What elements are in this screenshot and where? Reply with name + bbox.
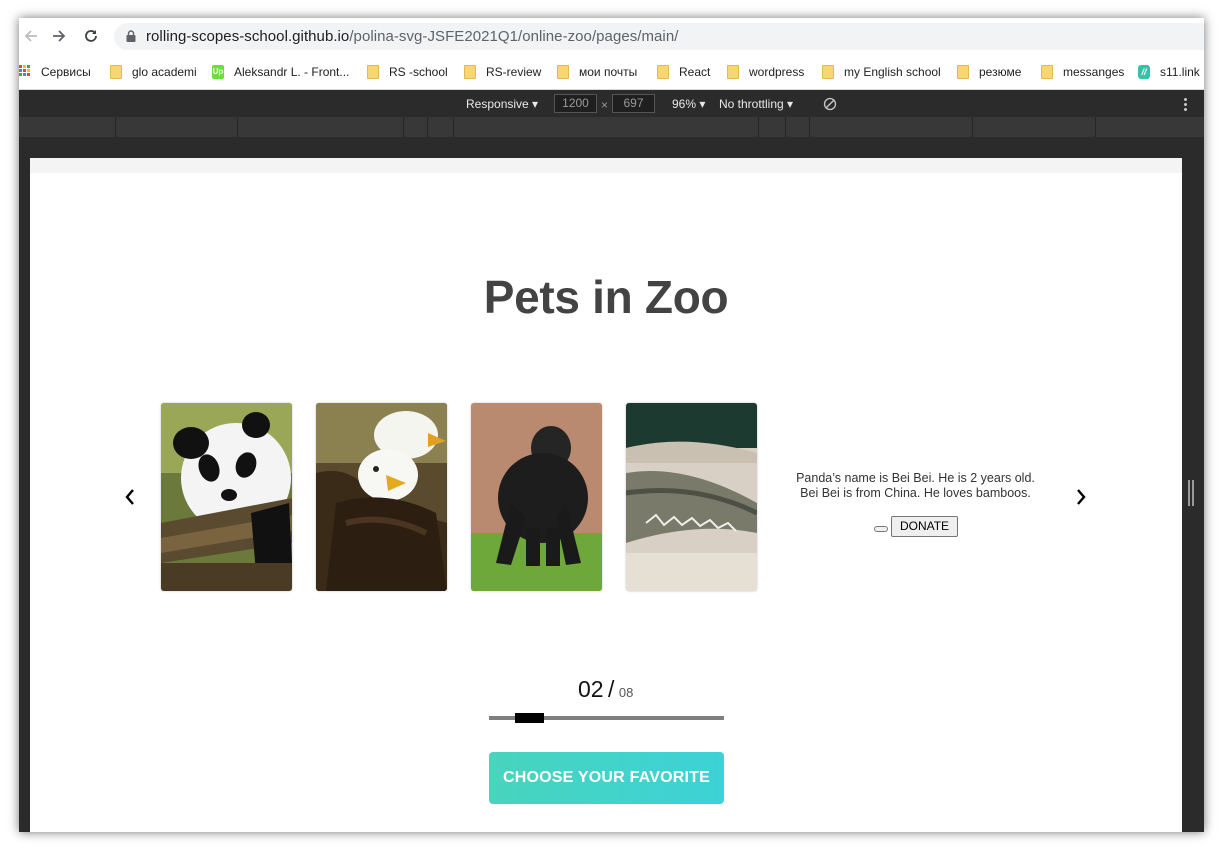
zoom-select[interactable]: 96% ▾ (672, 97, 705, 111)
bookmark-folder[interactable]: React (657, 64, 710, 80)
folder-icon (957, 65, 969, 79)
pet-description-line-1: Panda’s name is Bei Bei. He is 2 years o… (796, 471, 1035, 485)
url-field[interactable]: rolling-scopes-school.github.io/polina-s… (114, 23, 1204, 50)
pet-description: Panda’s name is Bei Bei. He is 2 years o… (783, 471, 1048, 501)
bookmark-services[interactable]: Сервисы (19, 64, 91, 80)
folder-icon (822, 65, 834, 79)
pet-card-panda[interactable] (161, 403, 292, 591)
address-bar: rolling-scopes-school.github.io/polina-s… (19, 18, 1204, 54)
slider-thumb[interactable] (514, 713, 544, 723)
next-arrow-icon[interactable] (1069, 485, 1093, 509)
bookmark-folder[interactable]: messanges (1041, 64, 1124, 80)
bookmark-s11[interactable]: // s11.link (1138, 64, 1200, 80)
panda-image (161, 403, 292, 591)
reload-icon[interactable] (81, 26, 101, 46)
back-arrow-icon[interactable] (21, 26, 41, 46)
gorilla-image (471, 403, 602, 591)
bookmark-folder[interactable]: резюме (957, 64, 1021, 80)
resize-handle[interactable] (1188, 480, 1194, 506)
pet-card-eagle[interactable] (316, 403, 447, 591)
forward-arrow-icon[interactable] (49, 26, 69, 46)
eagle-image (316, 403, 447, 591)
folder-icon (1041, 65, 1053, 79)
counter-separator: / (608, 676, 615, 702)
folder-icon (657, 65, 669, 79)
folder-icon (557, 65, 569, 79)
bookmark-folder[interactable]: my English school (822, 64, 941, 80)
donate-button[interactable]: DONATE (891, 516, 958, 537)
throttling-select[interactable]: No throttling ▾ (719, 97, 793, 111)
viewport-width-input[interactable]: 1200 (554, 94, 597, 113)
bookmark-upwork[interactable]: Up Aleksandr L. - Front... (212, 64, 349, 80)
page-top-strip (30, 158, 1182, 173)
rotate-icon[interactable] (823, 97, 837, 111)
lock-icon (126, 30, 136, 42)
media-query-ruler (19, 117, 1204, 137)
device-toolbar: Responsive ▾ 1200 × 697 96% ▾ No throttl… (19, 91, 1204, 117)
crocodile-image (626, 403, 757, 591)
url-text: rolling-scopes-school.github.io/polina-s… (146, 28, 679, 45)
folder-icon (367, 65, 379, 79)
s11-icon: // (1138, 65, 1150, 79)
slide-counter: 02 / 08 (578, 676, 633, 703)
bookmark-folder[interactable]: wordpress (727, 64, 804, 80)
apps-grid-icon (19, 65, 31, 79)
counter-current: 02 (578, 676, 604, 702)
donate-toggle[interactable] (874, 526, 888, 532)
pet-card-gorilla[interactable] (471, 403, 602, 591)
viewport-height-input[interactable]: 697 (612, 94, 655, 113)
page-viewport: Pets in Zoo Panda’s name is Bei Bei. He … (30, 158, 1182, 832)
bookmark-folder[interactable]: RS-review (464, 64, 541, 80)
browser-window: rolling-scopes-school.github.io/polina-s… (19, 18, 1204, 832)
dimension-separator: × (601, 98, 609, 112)
pet-description-line-2: Bei Bei is from China. He loves bamboos. (800, 486, 1031, 500)
more-options-icon[interactable] (1184, 98, 1187, 111)
bookmark-folder[interactable]: glo academi (110, 64, 197, 80)
prev-arrow-icon[interactable] (118, 485, 142, 509)
folder-icon (727, 65, 739, 79)
bookmark-folder[interactable]: мои почты (557, 64, 637, 80)
folder-icon (464, 65, 476, 79)
bookmarks-bar: Сервисы glo academi Up Aleksandr L. - Fr… (19, 54, 1204, 90)
pet-card-crocodile[interactable] (626, 403, 757, 591)
choose-favorite-button[interactable]: CHOOSE YOUR FAVORITE (489, 752, 724, 804)
folder-icon (110, 65, 122, 79)
bookmark-folder[interactable]: RS -school (367, 64, 448, 80)
upwork-icon: Up (212, 65, 224, 79)
page-title: Pets in Zoo (483, 271, 729, 323)
device-select[interactable]: Responsive ▾ (466, 97, 538, 111)
counter-total: 08 (618, 685, 634, 700)
